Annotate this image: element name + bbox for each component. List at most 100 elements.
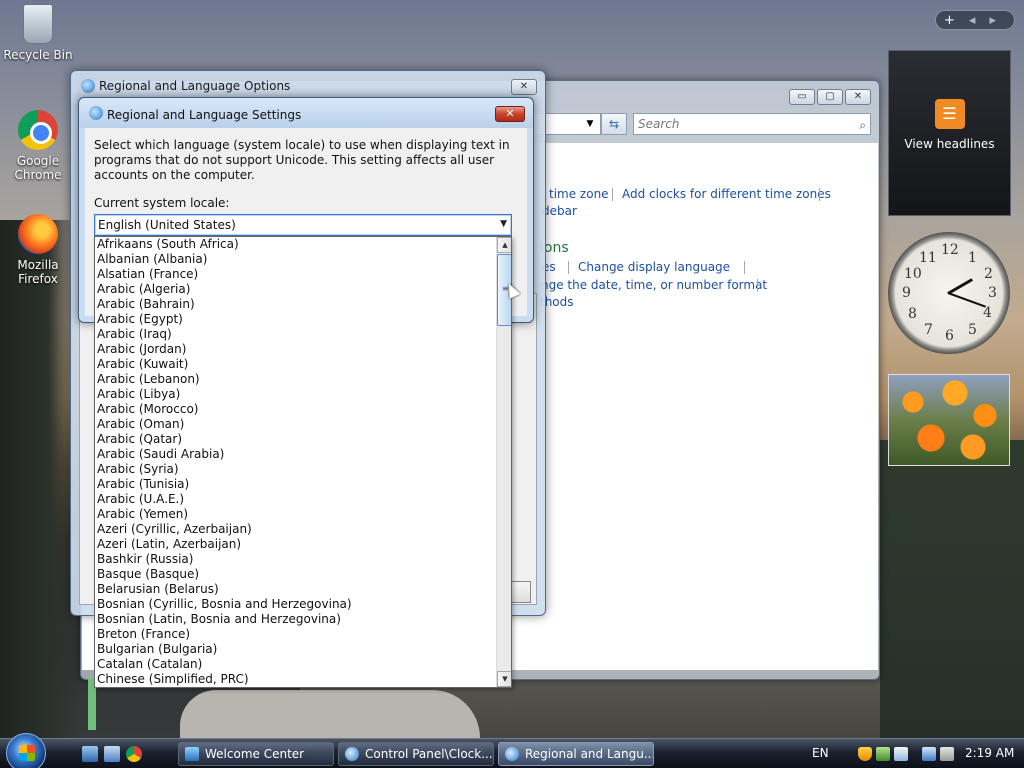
locale-option[interactable]: Arabic (Kuwait) (95, 357, 495, 372)
link-add-clocks[interactable]: Add clocks for different time zones (622, 187, 831, 201)
clock-time[interactable]: 2:19 AM (965, 746, 1014, 760)
close-button[interactable]: ✕ (845, 89, 871, 105)
sidebar-controls: + ◂ ▸ (935, 10, 1015, 30)
locale-option[interactable]: Arabic (Lebanon) (95, 372, 495, 387)
clock-number: 8 (908, 306, 917, 322)
network-icon[interactable] (876, 747, 890, 761)
chevron-down-icon[interactable]: ▼ (581, 113, 599, 135)
desktop-icon-firefox[interactable]: Mozilla Firefox (2, 214, 74, 286)
link-sidebar[interactable]: debar (542, 204, 577, 218)
locale-option[interactable]: Catalan (Catalan) (95, 657, 495, 672)
selected-locale: English (United States) (98, 218, 236, 232)
locale-option[interactable]: Arabic (Saudi Arabia) (95, 447, 495, 462)
link-change-display-language[interactable]: Change display language (578, 260, 730, 274)
window-title: Regional and Language Options (99, 79, 291, 93)
link-separator (744, 261, 745, 274)
search-input[interactable]: Search ⌕ (633, 113, 871, 135)
locale-option[interactable]: Bulgarian (Bulgaria) (95, 642, 495, 657)
maximize-button[interactable]: ▢ (817, 89, 843, 105)
desktop-icon-recycle-bin[interactable]: Recycle Bin (2, 4, 74, 62)
locale-option[interactable]: Arabic (Syria) (95, 462, 495, 477)
locale-option[interactable]: Arabic (Iraq) (95, 327, 495, 342)
minimize-button[interactable]: ▭ (789, 89, 815, 105)
locale-option[interactable]: Arabic (Oman) (95, 417, 495, 432)
link-change-time-zone[interactable]: time zone (549, 187, 609, 201)
scroll-down-button[interactable]: ▼ (497, 671, 511, 687)
monitor-icon[interactable] (922, 747, 936, 761)
clock-number: 1 (968, 250, 977, 266)
switch-windows-icon[interactable] (104, 746, 120, 762)
close-button[interactable]: ✕ (495, 106, 525, 122)
show-desktop-icon[interactable] (82, 746, 98, 762)
link-separator (568, 261, 569, 274)
link-change-date-format[interactable]: nge the date, time, or number format (541, 278, 767, 292)
dialog-title: Regional and Language Settings (107, 108, 302, 122)
locale-option[interactable]: Bosnian (Cyrillic, Bosnia and Herzegovin… (95, 597, 495, 612)
locale-option[interactable]: Arabic (Jordan) (95, 342, 495, 357)
locale-option[interactable]: Arabic (U.A.E.) (95, 492, 495, 507)
taskbar-button-welcome-center[interactable]: Welcome Center (178, 742, 334, 766)
clock-number: 12 (941, 242, 959, 258)
chrome-quicklaunch-icon[interactable] (126, 746, 142, 762)
rss-label[interactable]: View headlines (889, 137, 1010, 151)
shield-icon[interactable] (858, 747, 872, 761)
locale-option[interactable]: Arabic (Algeria) (95, 282, 495, 297)
language-indicator[interactable]: EN (812, 746, 829, 760)
locale-option[interactable]: Afrikaans (South Africa) (95, 237, 495, 252)
locale-option[interactable]: Arabic (Qatar) (95, 432, 495, 447)
taskbar-button-regional[interactable]: Regional and Langu... (498, 742, 654, 766)
locale-option[interactable]: Arabic (Libya) (95, 387, 495, 402)
sidebar-prev-button[interactable]: ◂ (969, 13, 976, 28)
locale-option[interactable]: Arabic (Morocco) (95, 402, 495, 417)
wallpaper-trees-right (880, 440, 1024, 740)
refresh-button[interactable]: ⇆ (601, 113, 627, 135)
locale-option[interactable]: Arabic (Yemen) (95, 507, 495, 522)
locale-option[interactable]: Arabic (Bahrain) (95, 297, 495, 312)
firefox-icon (18, 214, 58, 254)
locale-option[interactable]: Chinese (Simplified, PRC) (95, 672, 495, 687)
clock-number: 3 (988, 285, 997, 301)
clock-minute-hand (947, 292, 986, 308)
locale-option[interactable]: Bosnian (Latin, Bosnia and Herzegovina) (95, 612, 495, 627)
wallpaper-rock (180, 690, 480, 738)
taskbar-button-label: Welcome Center (205, 747, 305, 761)
clock-number: 11 (919, 250, 937, 266)
locale-option[interactable]: Arabic (Tunisia) (95, 477, 495, 492)
slideshow-gadget[interactable] (888, 374, 1010, 466)
chevron-down-icon[interactable]: ▼ (500, 219, 507, 229)
locale-option[interactable]: Arabic (Egypt) (95, 312, 495, 327)
locale-option[interactable]: Alsatian (France) (95, 267, 495, 282)
sidebar-next-button[interactable]: ▸ (989, 13, 996, 28)
taskbar-button-control-panel[interactable]: Control Panel\Clock... (338, 742, 494, 766)
desktop-icon-chrome[interactable]: Google Chrome (2, 110, 74, 182)
locale-dropdown-list[interactable]: Afrikaans (South Africa) Albanian (Albani… (94, 236, 512, 688)
volume-muted-icon[interactable] (940, 747, 954, 761)
link-separator (612, 188, 613, 201)
control-panel-icon (345, 747, 359, 761)
locale-option[interactable]: Azeri (Cyrillic, Azerbaijan) (95, 522, 495, 537)
locale-option[interactable]: Albanian (Albania) (95, 252, 495, 267)
desktop-icon-label: Mozilla Firefox (17, 258, 59, 286)
sidebar-add-button[interactable]: + (944, 13, 955, 28)
clock-number: 9 (902, 285, 911, 301)
clock-gadget[interactable]: 12 1 2 3 4 5 6 7 8 9 10 11 (888, 232, 1010, 354)
dropdown-scrollbar[interactable]: ▲ ≡ ▼ (496, 237, 511, 687)
search-placeholder: Search (638, 117, 680, 131)
locale-option[interactable]: Azeri (Latin, Azerbaijan) (95, 537, 495, 552)
close-button[interactable]: ✕ (511, 79, 537, 95)
locale-label: Current system locale: (94, 196, 230, 210)
locale-option[interactable]: Basque (Basque) (95, 567, 495, 582)
desktop-icon-label: Google Chrome (14, 154, 62, 182)
search-icon[interactable]: ⌕ (859, 115, 866, 135)
link-separator (819, 188, 820, 201)
scroll-up-button[interactable]: ▲ (497, 237, 511, 253)
locale-option[interactable]: Breton (France) (95, 627, 495, 642)
windows-logo-icon (19, 745, 35, 761)
globe-icon (89, 106, 103, 120)
start-button[interactable] (6, 733, 46, 768)
locale-option[interactable]: Bashkir (Russia) (95, 552, 495, 567)
rss-gadget[interactable]: ☰ View headlines (888, 50, 1011, 216)
system-locale-select[interactable]: English (United States) ▼ (94, 214, 512, 236)
sync-icon[interactable] (894, 747, 908, 761)
locale-option[interactable]: Belarusian (Belarus) (95, 582, 495, 597)
